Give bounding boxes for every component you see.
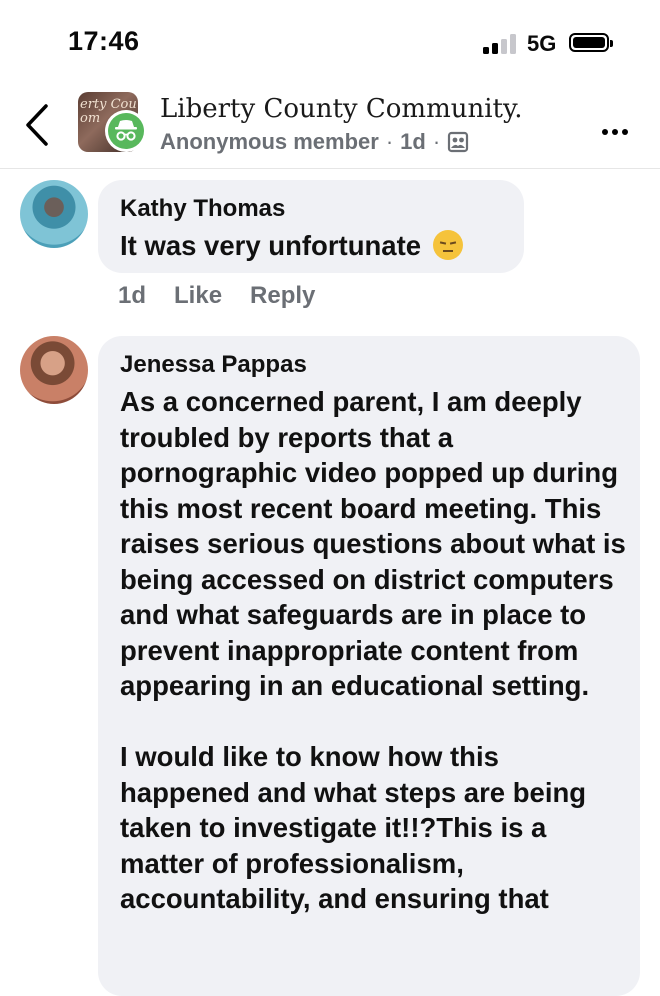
comment-author[interactable]: Jenessa Pappas <box>120 351 307 379</box>
meta-separator: · <box>385 129 394 154</box>
more-options-button[interactable] <box>602 122 632 140</box>
back-button[interactable] <box>22 100 56 150</box>
status-bar: 17:46 5G <box>0 0 660 88</box>
comment-text: As a concerned parent, I am deeply troub… <box>120 384 630 917</box>
post-meta: Anonymous member · 1d · <box>160 129 469 155</box>
incognito-icon <box>115 120 137 141</box>
pensive-face-icon <box>432 230 463 260</box>
post-header: erty Cou om Liberty County Community. Ano… <box>0 88 660 169</box>
group-name[interactable]: Liberty County Community. <box>160 94 523 124</box>
network-type: 5G <box>527 31 557 56</box>
commenter-avatar-kathy[interactable] <box>20 180 88 248</box>
anonymous-badge <box>105 110 147 152</box>
comment-paragraph: I would like to know how this happened a… <box>120 741 587 914</box>
comment-actions: 1d Like Reply <box>118 282 315 310</box>
reply-button[interactable]: Reply <box>250 282 315 310</box>
comment-age[interactable]: 1d <box>118 282 146 310</box>
group-audience-icon <box>448 131 469 153</box>
meta-separator-2: · <box>432 129 441 154</box>
comment-text: It was very unfortunate <box>120 228 463 264</box>
post-age[interactable]: 1d <box>400 129 426 155</box>
like-button[interactable]: Like <box>174 282 222 310</box>
post-author: Anonymous member <box>160 129 379 154</box>
clock: 17:46 <box>68 26 140 56</box>
commenter-avatar-jenessa[interactable] <box>20 336 88 404</box>
ellipsis-icon <box>602 129 608 135</box>
cell-signal-icon <box>483 34 519 54</box>
comment-text-body: It was very unfortunate <box>120 230 422 261</box>
comment-bubble: Jenessa Pappas As a concerned parent, I … <box>98 336 640 996</box>
battery-icon <box>569 33 613 52</box>
chevron-left-icon <box>26 104 48 146</box>
comment-author[interactable]: Kathy Thomas <box>120 195 285 223</box>
comment-bubble: Kathy Thomas It was very unfortunate <box>98 180 524 273</box>
comment-paragraph: As a concerned parent, I am deeply troub… <box>120 386 626 701</box>
